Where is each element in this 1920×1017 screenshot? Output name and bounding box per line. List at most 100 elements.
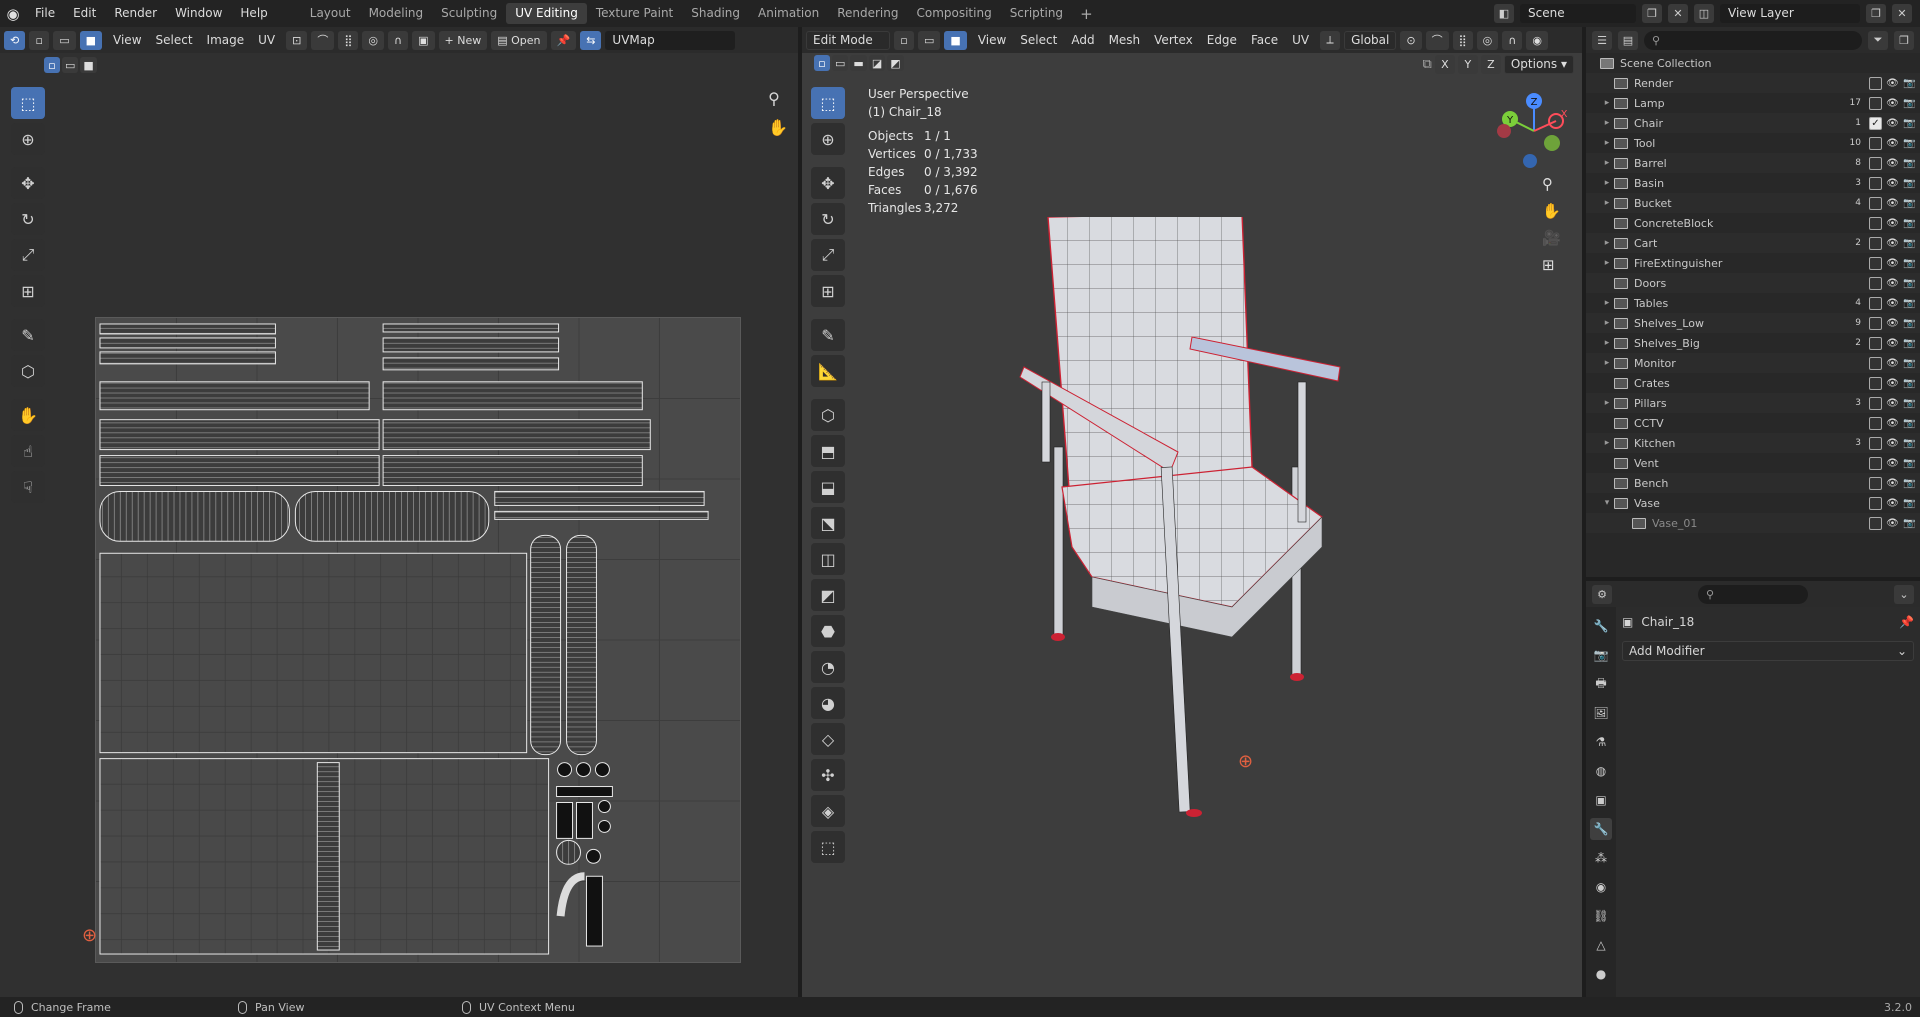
visibility-eye-icon[interactable]: 👁 — [1886, 217, 1899, 230]
outliner-item-crates[interactable]: Crates 👁 📷 — [1586, 373, 1920, 393]
sticky-vertex-icon[interactable]: ▫ — [44, 57, 60, 73]
extrude-tool-icon[interactable]: ⬒ — [811, 435, 845, 467]
3d-viewport[interactable]: Edit Mode ▫ ▭ ■ View Select Add Mesh Vertex E… — [802, 27, 1582, 997]
viewport-menu-add[interactable]: Add — [1064, 33, 1101, 47]
transform-orientation-select[interactable]: Global — [1344, 30, 1397, 50]
knife-tool-icon[interactable]: ◩ — [811, 579, 845, 611]
render-camera-icon[interactable]: 📷 — [1903, 237, 1916, 250]
outliner-item-cctv[interactable]: CCTV 👁 📷 — [1586, 413, 1920, 433]
move-tool-icon[interactable]: ✥ — [11, 167, 45, 199]
data-tab-icon[interactable]: △ — [1590, 934, 1612, 956]
menu-render[interactable]: Render — [105, 0, 166, 27]
outliner-item-shelves_big[interactable]: ▸ Shelves_Big 2 👁 📷 — [1586, 333, 1920, 353]
cursor-tool-icon-3d[interactable]: ⊕ — [811, 123, 845, 155]
zoom-view-icon[interactable]: ⚲ — [1542, 175, 1561, 193]
outliner-item-fireextinguisher[interactable]: ▸ FireExtinguisher 👁 📷 — [1586, 253, 1920, 273]
pin-icon[interactable]: 📌 — [550, 30, 577, 50]
scale-tool-icon-3d[interactable]: ⤢ — [811, 239, 845, 271]
exclude-checkbox[interactable] — [1869, 256, 1882, 270]
uv-select-mode-face[interactable]: ■ — [79, 30, 103, 50]
transform-tool-icon-3d[interactable]: ⊞ — [811, 275, 845, 307]
particles-tab-icon[interactable]: ⁂ — [1590, 847, 1612, 869]
viewport-menu-uv[interactable]: UV — [1285, 33, 1316, 47]
render-camera-icon[interactable]: 📷 — [1903, 357, 1916, 370]
camera-view-icon[interactable]: 🎥 — [1542, 229, 1561, 247]
tab-modeling[interactable]: Modeling — [360, 3, 433, 24]
expand-arrow-icon[interactable]: ▸ — [1600, 298, 1614, 308]
visibility-eye-icon[interactable]: 👁 — [1886, 297, 1899, 310]
exclude-checkbox[interactable] — [1869, 96, 1882, 110]
properties-search-input[interactable]: ⚲ — [1698, 584, 1808, 604]
transform-tool-icon[interactable]: ⊞ — [11, 275, 45, 307]
expand-arrow-icon[interactable]: ▸ — [1600, 438, 1614, 448]
select-vertex-icon[interactable]: ▫ — [894, 30, 914, 50]
visibility-eye-icon[interactable]: 👁 — [1886, 477, 1899, 490]
visibility-eye-icon[interactable]: 👁 — [1886, 437, 1899, 450]
annotate-tool-icon[interactable]: ✎ — [11, 319, 45, 351]
visibility-eye-icon[interactable]: 👁 — [1886, 177, 1899, 190]
constraints-tab-icon[interactable]: ⛓ — [1590, 905, 1612, 927]
mirror-x-toggle[interactable]: X — [1434, 55, 1455, 74]
visibility-eye-icon[interactable]: 👁 — [1886, 417, 1899, 430]
orientation-icon[interactable]: ⟂ — [1320, 30, 1341, 50]
pan-icon[interactable]: ✋ — [768, 118, 788, 137]
outliner-item-bucket[interactable]: ▸ Bucket 4 👁 📷 — [1586, 193, 1920, 213]
options-dropdown[interactable]: Options ▾ — [1503, 55, 1574, 74]
add-cube-tool-icon[interactable]: ⬡ — [811, 399, 845, 431]
visibility-eye-icon[interactable]: 👁 — [1886, 517, 1899, 530]
pin-props-icon[interactable]: 📌 — [1899, 615, 1914, 629]
cursor-tool-icon[interactable]: ⊕ — [11, 123, 45, 155]
outliner-item-tool[interactable]: ▸ Tool 10 👁 📷 — [1586, 133, 1920, 153]
viewport-menu-edge[interactable]: Edge — [1200, 33, 1244, 47]
object-tab-icon[interactable]: ▣ — [1590, 789, 1612, 811]
view-layer-icon[interactable]: ◫ — [1694, 4, 1714, 23]
output-tab-icon[interactable]: 🖶 — [1590, 673, 1612, 695]
scale-tool-icon[interactable]: ⤢ — [11, 239, 45, 271]
ortho-toggle-icon[interactable]: ⊞ — [1542, 256, 1561, 274]
scene-field[interactable]: Scene — [1520, 4, 1636, 23]
image-browse-icon[interactable]: ▣ — [412, 30, 435, 50]
outliner-editor-type-icon[interactable]: ☰ — [1592, 30, 1612, 50]
expand-arrow-icon[interactable]: ▸ — [1600, 118, 1614, 128]
exclude-checkbox[interactable] — [1869, 136, 1882, 150]
expand-arrow-icon[interactable]: ▸ — [1600, 238, 1614, 248]
viewport-menu-vertex[interactable]: Vertex — [1147, 33, 1200, 47]
annotate-tool-icon-3d[interactable]: ✎ — [811, 319, 845, 351]
sticky-edge-icon[interactable]: ▭ — [62, 57, 79, 73]
expand-arrow-icon[interactable]: ▾ — [1600, 498, 1614, 508]
expand-arrow-icon[interactable]: ▸ — [1600, 358, 1614, 368]
remove-scene-icon[interactable]: ✕ — [1668, 4, 1688, 23]
navigation-gizmo[interactable]: Z Y X — [1492, 89, 1576, 173]
rotate-tool-icon-3d[interactable]: ↻ — [811, 203, 845, 235]
menu-help[interactable]: Help — [231, 0, 276, 27]
expand-arrow-icon[interactable]: ▸ — [1600, 178, 1614, 188]
outliner-item-cart[interactable]: ▸ Cart 2 👁 📷 — [1586, 233, 1920, 253]
select-intersect-icon[interactable]: ◩ — [887, 55, 904, 71]
outliner-item-vase[interactable]: ▾ Vase 👁 📷 — [1586, 493, 1920, 513]
relax-tool-icon[interactable]: ☝ — [11, 435, 45, 467]
render-camera-icon[interactable]: 📷 — [1903, 257, 1916, 270]
mirror-z-toggle[interactable]: Z — [1480, 55, 1501, 74]
outliner-item-vase_01[interactable]: Vase_01 👁 📷 — [1586, 513, 1920, 533]
properties-editor-type-icon[interactable]: ⚙ — [1592, 584, 1612, 604]
outliner-item-kitchen[interactable]: ▸ Kitchen 3 👁 📷 — [1586, 433, 1920, 453]
visibility-eye-icon[interactable]: 👁 — [1886, 457, 1899, 470]
render-camera-icon[interactable]: 📷 — [1903, 277, 1916, 290]
tab-shading[interactable]: Shading — [682, 3, 749, 24]
visibility-eye-icon[interactable]: 👁 — [1886, 277, 1899, 290]
render-camera-icon[interactable]: 📷 — [1903, 157, 1916, 170]
bevel-tool-icon[interactable]: ⬔ — [811, 507, 845, 539]
exclude-checkbox[interactable] — [1869, 456, 1882, 470]
render-camera-icon[interactable]: 📷 — [1903, 137, 1916, 150]
exclude-checkbox[interactable]: ✓ — [1869, 116, 1882, 130]
outliner-item-basin[interactable]: ▸ Basin 3 👁 📷 — [1586, 173, 1920, 193]
visibility-eye-icon[interactable]: 👁 — [1886, 357, 1899, 370]
new-scene-icon[interactable]: ❐ — [1642, 4, 1662, 23]
blender-logo-icon[interactable]: ◉ — [0, 0, 26, 27]
scene-icon[interactable]: ◧ — [1494, 4, 1514, 23]
visibility-eye-icon[interactable]: 👁 — [1886, 377, 1899, 390]
visibility-eye-icon[interactable]: 👁 — [1886, 117, 1899, 130]
exclude-checkbox[interactable] — [1869, 216, 1882, 230]
outliner-item-concreteblock[interactable]: ConcreteBlock 👁 📷 — [1586, 213, 1920, 233]
exclude-checkbox[interactable] — [1869, 276, 1882, 290]
